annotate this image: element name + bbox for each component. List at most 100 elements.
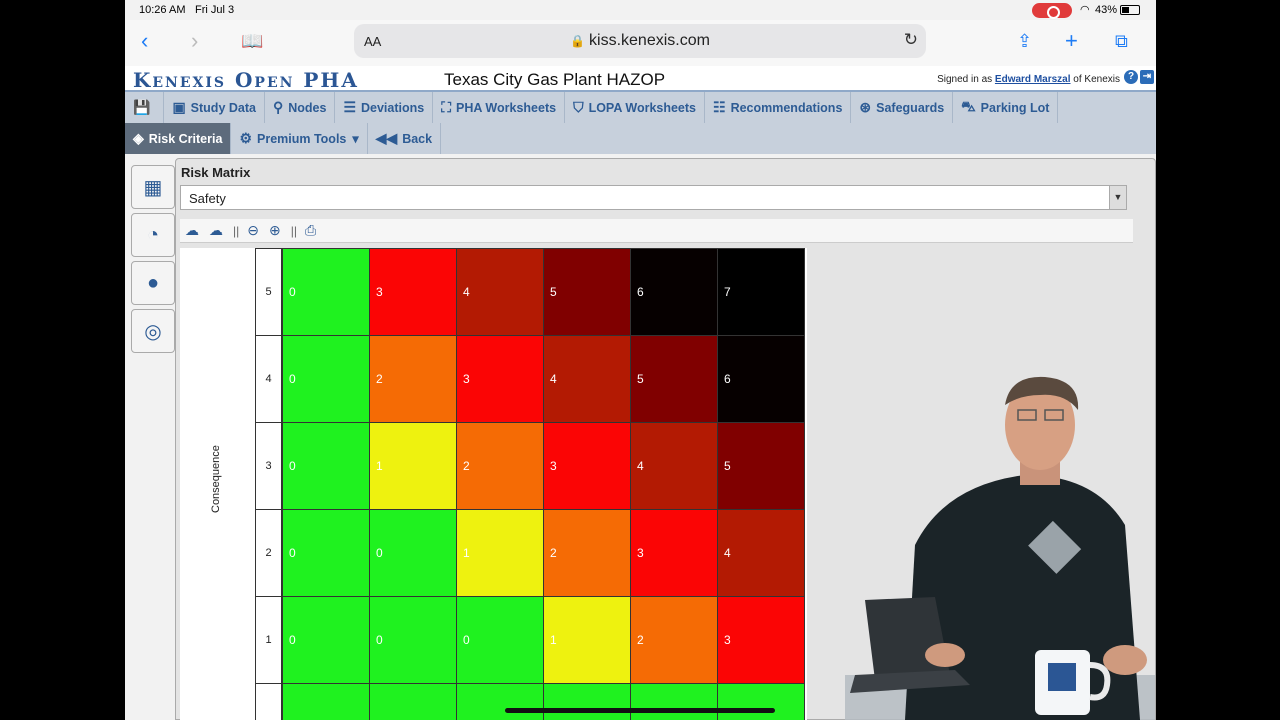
matrix-cell[interactable]: 5 — [717, 422, 805, 510]
chevron-down-icon[interactable]: ▼ — [1109, 186, 1126, 209]
matrix-cell[interactable]: 2 — [369, 335, 457, 423]
matrix-toolbar: ☁ ☁ || ⊖ ⊕ || ⎙ — [180, 219, 1133, 243]
bookmarks-icon[interactable]: 📖 — [241, 31, 263, 52]
signed-in-text: Signed in as Edward Marszal of Kenexis — [937, 74, 1120, 85]
matrix-cell[interactable]: 5 — [630, 335, 718, 423]
matrix-cell[interactable]: 0 — [282, 422, 370, 510]
matrix-cell[interactable]: 2 — [543, 509, 631, 597]
toolbar-separator: || — [233, 223, 240, 238]
menu-item-recommendations[interactable]: ☷ Recommendations — [705, 92, 852, 123]
address-bar[interactable]: AA 🔒 kiss.kenexis.com ↻ — [354, 24, 926, 58]
matrix-cell-partial — [456, 683, 544, 720]
matrix-cell[interactable]: 6 — [717, 335, 805, 423]
save-icon: 💾 — [133, 99, 151, 115]
menu-item-pha-worksheets[interactable]: ⛶ PHA Worksheets — [433, 92, 566, 123]
logout-icon[interactable]: ⇥ — [1140, 70, 1154, 84]
matrix-cell[interactable]: 1 — [543, 596, 631, 684]
matrix-cell[interactable]: 0 — [369, 509, 457, 597]
node-icon: ⚲ — [272, 99, 284, 115]
menu-row-1: 💾 ▣ Study Data ⚲ Nodes ☰ Deviations ⛶ PHA Works… — [125, 92, 1059, 123]
user-link[interactable]: Edward Marszal — [995, 74, 1071, 85]
menu-item-label: Recommendations — [730, 100, 843, 115]
matrix-cell[interactable]: 3 — [369, 248, 457, 336]
menu-item-label: Risk Criteria — [148, 131, 223, 146]
brand-logo: Kenexis Open PHA — [133, 68, 359, 92]
matrix-cell[interactable]: 0 — [282, 335, 370, 423]
screen-record-icon[interactable] — [1032, 3, 1072, 19]
matrix-cell[interactable]: 0 — [282, 509, 370, 597]
print-icon[interactable]: ⎙ — [305, 222, 316, 239]
matrix-type-select[interactable]: Safety ▼ — [180, 185, 1127, 210]
lifebuoy-icon: ⊛ — [859, 99, 872, 115]
back-chevron-icon[interactable]: ‹ — [141, 28, 148, 54]
signed-suffix: of Kenexis — [1073, 74, 1120, 85]
caret-down-icon: ▾ — [352, 132, 359, 146]
gauge-icon: ◔ — [146, 223, 160, 246]
tabs-overview-icon[interactable]: ⧉ — [1115, 31, 1128, 52]
menu-item-risk-criteria[interactable]: ◈ Risk Criteria — [125, 123, 232, 154]
cube-icon: ◈ — [133, 130, 144, 146]
person-card-icon: ▣ — [172, 99, 186, 115]
download-icon[interactable]: ☁ — [209, 222, 223, 239]
matrix-cell[interactable]: 3 — [456, 335, 544, 423]
matrix-cell[interactable]: 3 — [717, 596, 805, 684]
row-header-partial — [255, 683, 282, 720]
menu-item-parking-lot[interactable]: ⛍ Parking Lot — [953, 92, 1059, 123]
matrix-cell-partial — [369, 683, 457, 720]
matrix-cell[interactable]: 4 — [717, 509, 805, 597]
row-header: 3 — [255, 422, 282, 510]
gears-icon: ⚙ — [239, 130, 252, 146]
forward-chevron-icon[interactable]: › — [191, 28, 198, 54]
matrix-cell[interactable]: 4 — [456, 248, 544, 336]
zoom-out-icon[interactable]: ⊖ — [247, 222, 259, 239]
select-value: Safety — [189, 191, 226, 206]
presenter-video-overlay — [845, 376, 1155, 720]
status-bar: 10:26 AM Fri Jul 3 ◠ 43% — [125, 0, 1156, 20]
url-text-wrap: 🔒 kiss.kenexis.com — [354, 32, 926, 50]
matrix-cell[interactable]: 1 — [369, 422, 457, 510]
matrix-cell[interactable]: 6 — [630, 248, 718, 336]
shield-icon: ⛉ — [573, 99, 584, 115]
menu-item-premium-tools[interactable]: ⚙ Premium Tools ▾ — [231, 123, 368, 154]
home-indicator[interactable] — [505, 708, 775, 713]
sidetab-boxes[interactable]: ▦ — [131, 165, 175, 209]
menu-item-nodes[interactable]: ⚲ Nodes — [265, 92, 336, 123]
menu-item-lopa-worksheets[interactable]: ⛉ LOPA Worksheets — [565, 92, 705, 123]
menu-item-back[interactable]: ◀◀ Back — [368, 123, 442, 154]
matrix-cell[interactable]: 4 — [630, 422, 718, 510]
new-tab-plus-icon[interactable]: + — [1065, 28, 1078, 54]
matrix-cell[interactable]: 0 — [282, 596, 370, 684]
matrix-cell[interactable]: 7 — [717, 248, 805, 336]
row-header: 2 — [255, 509, 282, 597]
matrix-cell[interactable]: 3 — [543, 422, 631, 510]
upload-icon[interactable]: ☁ — [185, 222, 199, 239]
matrix-cell[interactable]: 4 — [543, 335, 631, 423]
matrix-cell[interactable]: 2 — [456, 422, 544, 510]
panel-title: Risk Matrix — [181, 165, 251, 180]
share-icon[interactable]: ⇪ — [1017, 31, 1032, 52]
menu-item-study-data[interactable]: ▣ Study Data — [164, 92, 265, 123]
menu-item-label: Parking Lot — [980, 100, 1050, 115]
matrix-cell-partial — [282, 683, 370, 720]
matrix-cell[interactable]: 5 — [543, 248, 631, 336]
menu-item-safeguards[interactable]: ⊛ Safeguards — [851, 92, 954, 123]
toolbar-separator: || — [290, 223, 297, 238]
matrix-cell[interactable]: 0 — [456, 596, 544, 684]
menu-item-deviations[interactable]: ☰ Deviations — [335, 92, 434, 123]
sidetab-gauge[interactable]: ◔ — [131, 213, 175, 257]
zoom-in-icon[interactable]: ⊕ — [269, 222, 281, 239]
browser-toolbar: ‹ › 📖 AA 🔒 kiss.kenexis.com ↻ ⇪ + ⧉ — [125, 20, 1156, 66]
matrix-cell[interactable]: 2 — [630, 596, 718, 684]
matrix-cell[interactable]: 0 — [369, 596, 457, 684]
row-header: 5 — [255, 248, 282, 336]
menu-item-label: Premium Tools — [257, 131, 347, 146]
reload-icon[interactable]: ↻ — [904, 30, 918, 50]
matrix-cell[interactable]: 3 — [630, 509, 718, 597]
sidetab-bomb[interactable]: ● — [131, 261, 175, 305]
sidetab-target[interactable]: ◎ — [131, 309, 175, 353]
matrix-cell[interactable]: 1 — [456, 509, 544, 597]
help-icon[interactable]: ? — [1124, 70, 1138, 84]
save-button[interactable]: 💾 — [125, 92, 165, 123]
matrix-cell[interactable]: 0 — [282, 248, 370, 336]
battery-icon — [1120, 5, 1140, 15]
